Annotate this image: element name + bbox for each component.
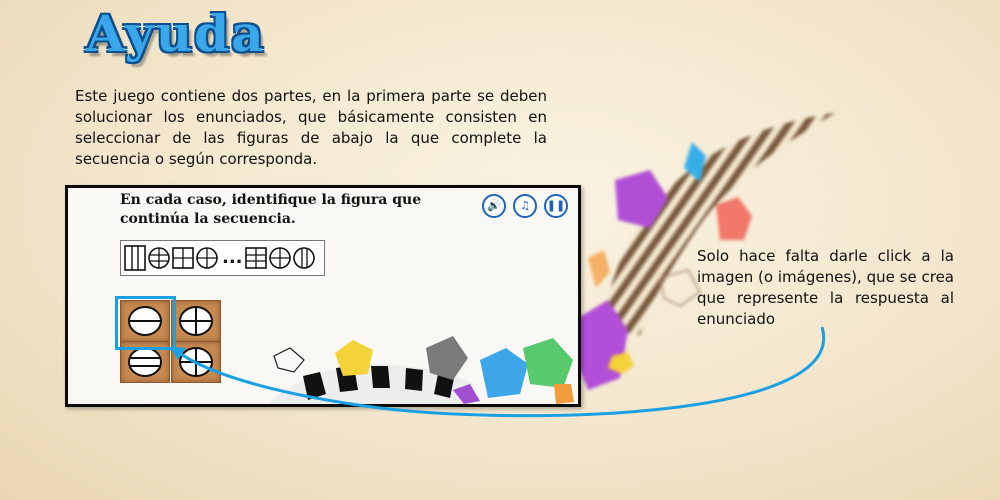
sequence-ellipsis: ...	[222, 247, 243, 268]
speaker-icon[interactable]: 🔊	[482, 194, 506, 218]
gem-orange	[588, 250, 610, 288]
example-screenshot: En cada caso, identifique la figura que …	[65, 185, 581, 407]
option-circle-cross-vertical[interactable]	[171, 341, 221, 383]
circle-cross-hatched-figure	[148, 247, 170, 269]
gem-orange	[554, 384, 574, 404]
help-scene: Ayuda Este juego contiene dos partes, en…	[0, 0, 1000, 500]
help-title: Ayuda	[86, 4, 266, 63]
gem-blue	[480, 348, 528, 398]
rect-vertical-lines-figure	[124, 245, 146, 271]
gem-red	[716, 197, 752, 240]
figure-sequence: ...	[120, 240, 325, 276]
sound-controls: 🔊 ♫ ❚❚	[482, 194, 568, 218]
intro-paragraph: Este juego contiene dos partes, en la pr…	[75, 87, 547, 168]
square-grid-figure	[244, 247, 267, 269]
exercise-instruction: En cada caso, identifique la figura que …	[120, 192, 422, 227]
option-circle-cross[interactable]	[171, 300, 221, 342]
music-note-icon[interactable]: ♫	[513, 194, 537, 218]
circle-grid-figure	[268, 247, 291, 269]
faceted-shape-outline	[273, 347, 305, 373]
square-grid-figure	[172, 247, 194, 269]
circle-grid-figure	[196, 247, 218, 269]
gem-green	[523, 338, 573, 388]
gem-grey	[426, 336, 468, 380]
click-instruction-note: Solo hace falta darle click a la imagen …	[697, 247, 954, 328]
circle-vertical-lines-figure	[292, 247, 315, 269]
option-circle-horizontal-line[interactable]	[120, 300, 170, 342]
option-circle-double-horizontal-lines[interactable]	[120, 341, 170, 383]
pause-icon[interactable]: ❚❚	[544, 194, 568, 218]
